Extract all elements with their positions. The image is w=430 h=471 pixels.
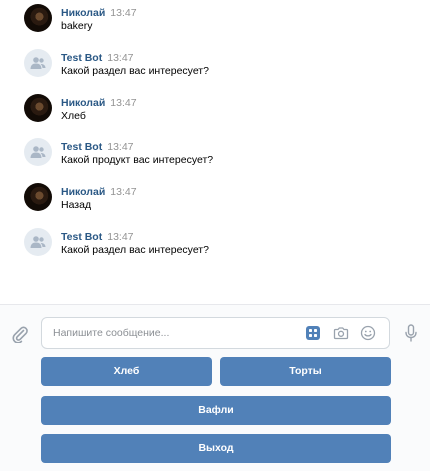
bot-icon [30,146,46,158]
avatar[interactable] [24,4,52,32]
composer: Хлеб Торты Вафли Выход [0,304,430,471]
camera-icon[interactable] [333,325,349,341]
keyboard-button-cakes[interactable]: Торты [220,357,391,386]
message-text: Какой раздел вас интересует? [61,65,209,77]
message-author[interactable]: Николай [61,186,105,198]
avatar[interactable] [24,183,52,211]
smile-icon[interactable] [360,325,376,341]
message-time[interactable]: 13:47 [107,231,133,243]
message-text: bakery [61,20,93,32]
message-time[interactable]: 13:47 [110,7,136,19]
avatar[interactable] [24,138,52,166]
message-text: Хлеб [61,110,86,122]
avatar[interactable] [24,94,52,122]
message-author[interactable]: Test Bot [61,231,102,243]
bot-icon [30,236,46,248]
avatar[interactable] [24,228,52,256]
message-author[interactable]: Николай [61,97,105,109]
message-author[interactable]: Test Bot [61,141,102,153]
message-author[interactable]: Test Bot [61,52,102,64]
message-text: Какой раздел вас интересует? [61,244,209,256]
message-input[interactable] [42,318,297,348]
microphone-icon[interactable] [403,324,419,342]
avatar[interactable] [24,49,52,77]
paperclip-icon[interactable] [11,325,29,343]
message-text: Назад [61,199,92,211]
message-input-box [41,317,390,349]
message-history: Николай 13:47 bakery Test Bot 13:47 Какой … [0,0,430,304]
bot-icon [30,57,46,69]
keyboard-button-waffles[interactable]: Вафли [41,396,391,425]
keyboard-button-bread[interactable]: Хлеб [41,357,212,386]
message-author[interactable]: Николай [61,7,105,19]
keyboard-icon[interactable] [305,325,321,341]
message-time[interactable]: 13:47 [107,141,133,153]
message-time[interactable]: 13:47 [107,52,133,64]
message-time[interactable]: 13:47 [110,186,136,198]
message-text: Какой продукт вас интересует? [61,154,214,166]
message-time[interactable]: 13:47 [110,97,136,109]
keyboard-button-exit[interactable]: Выход [41,434,391,463]
